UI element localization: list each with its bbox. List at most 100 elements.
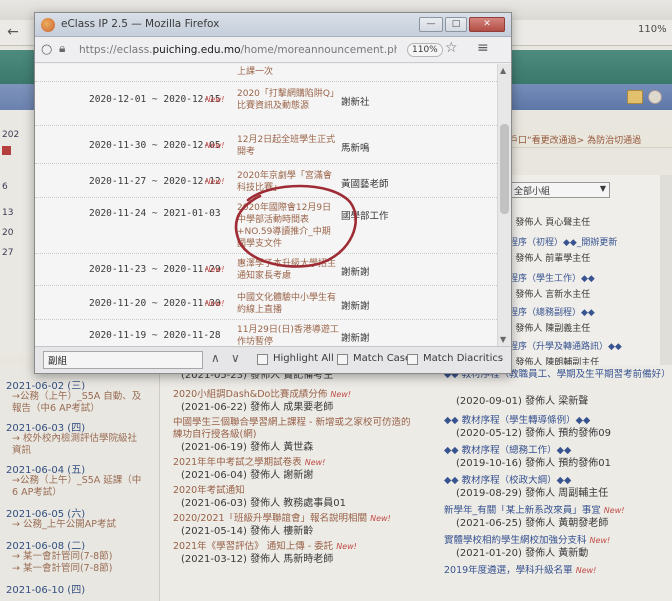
url-field[interactable]: https://eclass.puiching.edu.mo/home/more… <box>79 44 397 56</box>
calendar-event[interactable]: → 某一會計管同(7-8節) → 某一會計管同(7-8節) <box>12 551 157 575</box>
list-item[interactable]: 程序（升學及轉通路訊）◆◆ <box>509 339 622 352</box>
event-line: → 某一會計管同(7-8節) <box>12 563 113 574</box>
list-item[interactable]: 新學年_有關「某上新系改來員」事宜 New! (2021-06-25) 發佈人 … <box>444 505 672 531</box>
new-badge: New! <box>205 141 225 150</box>
table-row[interactable]: 2020-12-01 ~ 2020-12-15 New! 2020「打擊網購陷阱… <box>35 82 497 126</box>
new-badge: New! <box>205 265 225 274</box>
announcement-banner[interactable]: 戶口“看更改通過> 為防治切通過 <box>505 130 672 148</box>
table-row[interactable]: 上課一次 <box>35 64 497 82</box>
lock-icon[interactable]: 🔒︎ <box>59 41 65 56</box>
announcement-title[interactable]: 2020「打擊網購陷阱Q」比賽資訊及動態源 <box>237 88 339 112</box>
match-case-checkbox[interactable] <box>337 354 348 365</box>
announcement-title: 實體學校相約學生網校加強分支科 New! <box>444 535 611 546</box>
firefox-logo-icon <box>41 18 55 32</box>
author: 謝新謝 <box>341 333 370 344</box>
folder-icon[interactable] <box>627 90 643 104</box>
popup-scrollbar[interactable]: ▲ ▼ <box>497 64 511 346</box>
calendar-event[interactable]: →公務（上午）_S5A 延課（中 6 AP考試） <box>12 475 157 499</box>
match-case-label[interactable]: Match Case <box>353 353 411 364</box>
scroll-up-icon[interactable]: ▲ <box>500 66 506 75</box>
calendar-date[interactable]: 2021-06-08 (二) <box>6 537 85 552</box>
shield-icon[interactable]: ○ <box>41 42 52 57</box>
calendar-date[interactable]: 2021-06-10 (四) <box>6 581 85 596</box>
list-item[interactable]: 2021年年中考試之學期試卷表 New! (2021-06-04) 發佈人 謝新… <box>173 457 435 483</box>
list-item[interactable]: 2020年考試通知 (2021-06-03) 發佈人 教務處事員01 <box>173 485 435 511</box>
user-avatar-icon[interactable] <box>648 90 662 104</box>
group-announcements: ◆◆ 教材序程（教職員工、學期及生平期習考前備好） (2020-09-01) 發… <box>440 365 672 601</box>
calendar-day[interactable]: 20 <box>2 228 13 238</box>
calendar-date[interactable]: 2021-06-03 (四) <box>6 419 85 434</box>
popup-address-bar: ○ 🔒︎ https://eclass.puiching.edu.mo/home… <box>35 37 511 63</box>
star-icon[interactable]: ☆ <box>445 40 458 56</box>
list-item[interactable]: 2020/2021「班級升學聯誼會」報名說明相關 New! (2021-05-1… <box>173 513 435 539</box>
announcement-title: ◆◆ 教材序程（總務工作）◆◆ <box>444 445 572 456</box>
zoom-level[interactable]: 110% <box>407 43 443 57</box>
calendar-list: 2021-06-02 (三) →公務（上午）_S5A 自動、及 報告（中6 AP… <box>0 365 160 601</box>
announcement-title[interactable]: 12月2日起全班學生正式開考 <box>237 134 339 158</box>
group-announcements-panel: ) 發佈人 頁心聲主任 程序（初程）◆◆_開辦更新 ) 發佈人 前輩學主任 程序… <box>505 175 672 368</box>
match-diacritics-label[interactable]: Match Diacritics <box>423 353 503 364</box>
announcement-title: 2021年年中考試之學期試卷表 New! <box>173 457 326 468</box>
find-previous-icon[interactable]: ∧ <box>211 351 220 365</box>
calendar-day[interactable]: 13 <box>2 208 13 218</box>
background-zoom-level[interactable]: 110% <box>638 24 667 35</box>
window-title: eClass IP 2.5 — Mozilla Firefox <box>61 18 220 30</box>
highlight-all-checkbox[interactable] <box>257 354 268 365</box>
find-input[interactable] <box>43 351 203 369</box>
list-item[interactable]: ◆◆ 教材序程（學生轉導條例）◆◆ (2020-05-12) 發佈人 預約發佈0… <box>444 415 672 441</box>
announcement-meta: (2019-08-29) 發佈人 周副輔主任 <box>456 488 609 499</box>
list-item[interactable]: 2021年《學習評估》 通知上傳 - 委託 New! (2021-03-12) … <box>173 541 435 567</box>
table-row[interactable]: 2020-11-19 ~ 2020-11-28 11月29日(日)香港導遊工作坊… <box>35 320 497 346</box>
table-row[interactable]: 2020-11-30 ~ 2020-12-05 New! 12月2日起全班學生正… <box>35 126 497 164</box>
list-item[interactable]: ) 發佈人 頁心聲主任 <box>509 215 590 228</box>
popup-title-bar[interactable]: eClass IP 2.5 — Mozilla Firefox — □ ✕ <box>35 13 511 37</box>
table-row[interactable]: 2020-11-20 ~ 2020-11-30 New! 中國文化體驗中小學生有… <box>35 286 497 320</box>
page-scrollbar[interactable] <box>660 175 672 365</box>
announcement-title: ◆◆ 教材序程（校政大綱）◆◆ <box>444 475 572 486</box>
today-marker <box>2 146 11 155</box>
announcement-title: 練功自行授各級(網) <box>173 429 257 440</box>
announcement-title[interactable]: 11月29日(日)香港導遊工作坊暫停 <box>237 324 339 346</box>
announcement-meta: (2020-09-01) 發佈人 梁新聲 <box>456 396 589 407</box>
announcement-title[interactable]: 中國文化體驗中小學生有約線上直播 <box>237 292 339 316</box>
announcement-title: 新學年_有關「某上新系改來員」事宜 New! <box>444 505 625 516</box>
calendar-day[interactable]: 27 <box>2 248 13 258</box>
list-item[interactable]: 程序（總務副程）◆◆ <box>509 305 595 318</box>
calendar-event[interactable]: → 公務_上午公開AP考試 <box>12 519 157 531</box>
announcement-title: 2021年《學習評估》 通知上傳 - 委託 New! <box>173 541 357 552</box>
calendar-strip: 202 6 13 20 27 <box>0 110 38 355</box>
match-diacritics-checkbox[interactable] <box>407 354 418 365</box>
group-filter-select[interactable]: 全部小組 ▼ <box>510 182 610 198</box>
calendar-event[interactable]: →公務（上午）_S5A 自動、及 報告（中6 AP考試） <box>12 391 157 415</box>
calendar-day[interactable]: 6 <box>2 182 8 192</box>
announcement-meta: (2021-06-04) 發佈人 謝新謝 <box>181 470 314 481</box>
list-item[interactable]: ◆◆ 教材序程（校政大綱）◆◆ (2019-08-29) 發佈人 周副輔主任 <box>444 475 672 501</box>
list-item[interactable]: 2019年度遴選，學科升級名單 New! <box>444 565 672 577</box>
hamburger-menu-icon[interactable]: ≡ <box>477 40 489 56</box>
calendar-date[interactable]: 2021-06-04 (五) <box>6 461 85 476</box>
find-next-icon[interactable]: ∨ <box>231 351 240 365</box>
list-item[interactable]: (2020-09-01) 發佈人 梁新聲 <box>444 395 672 409</box>
maximize-button[interactable]: □ <box>445 17 467 32</box>
list-item[interactable]: 2020小組調Dash&Do比賽成績分佈 New! (2021-06-22) 發… <box>173 389 435 415</box>
close-button[interactable]: ✕ <box>469 17 505 32</box>
scroll-down-icon[interactable]: ▼ <box>500 335 506 344</box>
calendar-event[interactable]: → 校外校內檢測評估學院級社 資訊 <box>12 433 157 457</box>
list-item[interactable]: 程序（學生工作）◆◆ <box>509 271 595 284</box>
author: 謝新社 <box>341 97 370 108</box>
list-item[interactable]: 程序（初程）◆◆_開辦更新 <box>509 235 617 248</box>
announcement-title[interactable]: 上課一次 <box>237 66 339 78</box>
find-bar: ∧ ∨ Highlight All Match Case Match Diacr… <box>35 346 511 373</box>
announcement-meta: (2021-06-25) 發佈人 黃朝發老師 <box>456 518 609 529</box>
calendar-date[interactable]: 2021-06-02 (三) <box>6 377 85 392</box>
list-item[interactable]: 實體學校相約學生網校加強分支科 New! (2021-01-20) 發佈人 黃新… <box>444 535 672 561</box>
list-item[interactable]: 中國學生三個聯合學習網上課程 - 新增或之家校可仿造的 練功自行授各級(網) (… <box>173 417 435 455</box>
date-range: 2020-11-30 ~ 2020-12-05 <box>89 140 221 151</box>
calendar-date[interactable]: 2021-06-05 (六) <box>6 505 85 520</box>
highlight-all-label[interactable]: Highlight All <box>273 353 334 364</box>
list-item[interactable]: ◆◆ 教材序程（總務工作）◆◆ (2019-10-16) 發佈人 預約發佈01 <box>444 445 672 471</box>
minimize-button[interactable]: — <box>419 17 443 32</box>
event-line: →公務（上午）_S5A 自動、及 <box>12 391 142 402</box>
back-arrow-icon[interactable]: ← <box>4 22 22 42</box>
scrollbar-thumb[interactable] <box>500 124 509 214</box>
